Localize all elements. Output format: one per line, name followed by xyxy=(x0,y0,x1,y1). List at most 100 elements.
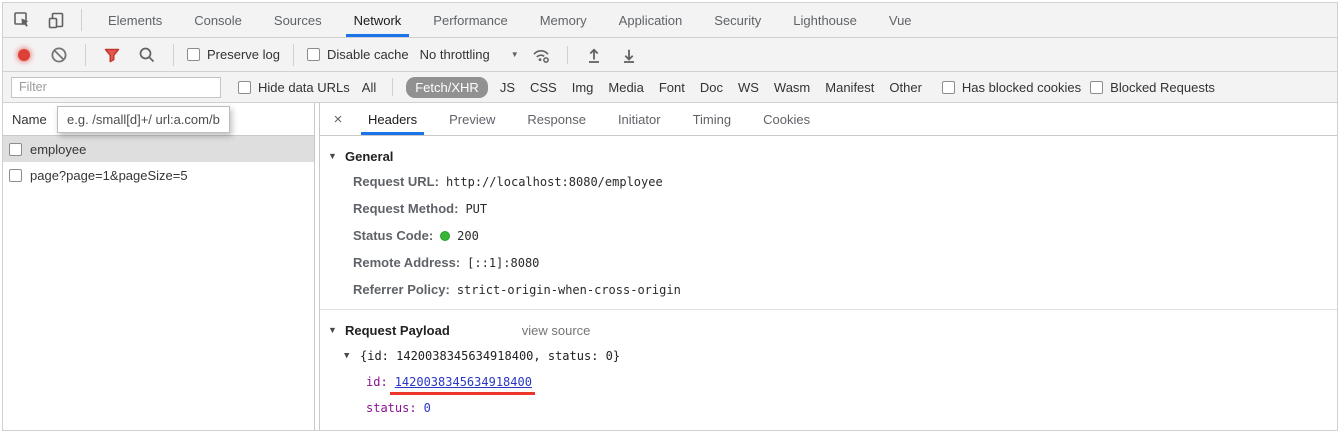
tab-response[interactable]: Response xyxy=(522,103,591,135)
type-filter-js[interactable]: JS xyxy=(497,77,518,98)
devtools-window: Elements Console Sources Network Perform… xyxy=(2,2,1338,431)
type-filter-wasm[interactable]: Wasm xyxy=(771,77,813,98)
type-filter-font[interactable]: Font xyxy=(656,77,688,98)
hide-data-urls-group: Hide data URLs xyxy=(238,80,350,95)
hide-data-urls-checkbox[interactable] xyxy=(238,81,251,94)
tab-memory[interactable]: Memory xyxy=(534,3,593,37)
tab-application[interactable]: Application xyxy=(613,3,689,37)
preserve-log-checkbox[interactable] xyxy=(187,48,200,61)
tab-label: Performance xyxy=(433,13,507,28)
request-row-checkbox[interactable] xyxy=(9,169,22,182)
field-value: 200 xyxy=(457,229,479,243)
tab-label: Headers xyxy=(368,112,417,127)
general-section: General Request URL: http://localhost:80… xyxy=(320,136,1337,309)
divider xyxy=(81,9,82,31)
tab-timing[interactable]: Timing xyxy=(688,103,737,135)
field-label: Remote Address: xyxy=(353,255,460,270)
tab-label: Preview xyxy=(449,112,495,127)
referrer-policy-field: Referrer Policy: strict-origin-when-cros… xyxy=(353,276,1337,303)
search-icon[interactable] xyxy=(134,42,160,68)
preserve-log-group: Preserve log xyxy=(187,47,280,62)
request-list-panel: Name e.g. /small[d]+/ url:a.com/b employ… xyxy=(3,103,315,430)
type-filter-media[interactable]: Media xyxy=(605,77,646,98)
tab-security[interactable]: Security xyxy=(708,3,767,37)
disable-cache-checkbox[interactable] xyxy=(307,48,320,61)
tab-bar-icons xyxy=(3,3,92,37)
tab-label: Lighthouse xyxy=(793,13,857,28)
import-har-icon[interactable] xyxy=(581,42,607,68)
network-conditions-icon[interactable] xyxy=(528,42,554,68)
field-value: PUT xyxy=(465,202,487,216)
tab-label: Response xyxy=(527,112,586,127)
disclosure-icon[interactable] xyxy=(328,151,339,161)
payload-value-status: 0 xyxy=(424,401,431,415)
tab-label: Console xyxy=(194,13,242,28)
tab-performance[interactable]: Performance xyxy=(427,3,513,37)
filter-bar: Hide data URLs All Fetch/XHR JS CSS Img … xyxy=(3,72,1337,103)
payload-preview: {id: 1420038345634918400, status: 0} xyxy=(360,349,620,363)
status-code-field: Status Code: 200 xyxy=(353,222,1337,249)
tab-preview[interactable]: Preview xyxy=(444,103,500,135)
type-filter-css[interactable]: CSS xyxy=(527,77,560,98)
field-value: [::1]:8080 xyxy=(467,256,539,270)
close-icon[interactable] xyxy=(324,103,352,135)
type-filter-img[interactable]: Img xyxy=(569,77,597,98)
hide-data-urls-label: Hide data URLs xyxy=(258,80,350,95)
type-filter-doc[interactable]: Doc xyxy=(697,77,726,98)
blocked-requests-group: Blocked Requests xyxy=(1090,80,1215,95)
type-filter-ws[interactable]: WS xyxy=(735,77,762,98)
type-filter-all[interactable]: All xyxy=(359,77,379,98)
request-method-field: Request Method: PUT xyxy=(353,195,1337,222)
tab-label: Application xyxy=(619,13,683,28)
payload-entry-id: id: 1420038345634918400 xyxy=(366,369,1337,395)
field-value: http://localhost:8080/employee xyxy=(446,175,663,189)
payload-entry-status: status: 0 xyxy=(366,395,1337,421)
tab-initiator[interactable]: Initiator xyxy=(613,103,666,135)
tab-sources[interactable]: Sources xyxy=(268,3,328,37)
record-icon[interactable] xyxy=(18,49,30,61)
preserve-log-label: Preserve log xyxy=(207,47,280,62)
blocked-requests-checkbox[interactable] xyxy=(1090,81,1103,94)
export-har-icon[interactable] xyxy=(616,42,642,68)
filter-input[interactable] xyxy=(11,77,221,98)
tab-lighthouse[interactable]: Lighthouse xyxy=(787,3,863,37)
payload-section-header: Request Payload view source xyxy=(328,318,1337,342)
tab-network[interactable]: Network xyxy=(348,3,408,37)
divider xyxy=(293,44,294,66)
tab-elements[interactable]: Elements xyxy=(102,3,168,37)
tab-vue[interactable]: Vue xyxy=(883,3,918,37)
tab-label: Network xyxy=(354,13,402,28)
request-row-employee[interactable]: employee xyxy=(3,136,314,162)
field-label: Request Method: xyxy=(353,201,458,216)
field-label: Status Code: xyxy=(353,228,433,243)
device-toolbar-icon[interactable] xyxy=(43,7,69,33)
type-filter-fetch-xhr[interactable]: Fetch/XHR xyxy=(406,77,488,98)
blocked-requests-label: Blocked Requests xyxy=(1110,80,1215,95)
has-blocked-cookies-group: Has blocked cookies xyxy=(942,80,1081,95)
clear-icon[interactable] xyxy=(46,42,72,68)
type-filter-other[interactable]: Other xyxy=(886,77,925,98)
tab-cookies[interactable]: Cookies xyxy=(758,103,815,135)
disclosure-icon[interactable] xyxy=(344,351,355,361)
disable-cache-label: Disable cache xyxy=(327,47,409,62)
has-blocked-cookies-checkbox[interactable] xyxy=(942,81,955,94)
headers-content: General Request URL: http://localhost:80… xyxy=(320,136,1337,430)
view-source-link[interactable]: view source xyxy=(522,323,591,338)
type-filter-manifest[interactable]: Manifest xyxy=(822,77,877,98)
tab-label: Sources xyxy=(274,13,322,28)
filter-funnel-icon[interactable] xyxy=(99,42,125,68)
payload-title: Request Payload xyxy=(345,323,450,338)
throttling-select[interactable]: No throttling xyxy=(420,47,519,62)
request-row-page[interactable]: page?page=1&pageSize=5 xyxy=(3,162,314,188)
divider xyxy=(567,46,568,64)
tab-headers[interactable]: Headers xyxy=(363,103,422,135)
field-label: Referrer Policy: xyxy=(353,282,450,297)
remote-address-field: Remote Address: [::1]:8080 xyxy=(353,249,1337,276)
tab-console[interactable]: Console xyxy=(188,3,248,37)
disclosure-icon[interactable] xyxy=(328,325,339,335)
network-toolbar: Preserve log Disable cache No throttling xyxy=(3,38,1337,72)
request-name: employee xyxy=(30,142,86,157)
inspect-element-icon[interactable] xyxy=(9,7,35,33)
payload-value-id[interactable]: 1420038345634918400 xyxy=(395,375,532,389)
request-row-checkbox[interactable] xyxy=(9,143,22,156)
